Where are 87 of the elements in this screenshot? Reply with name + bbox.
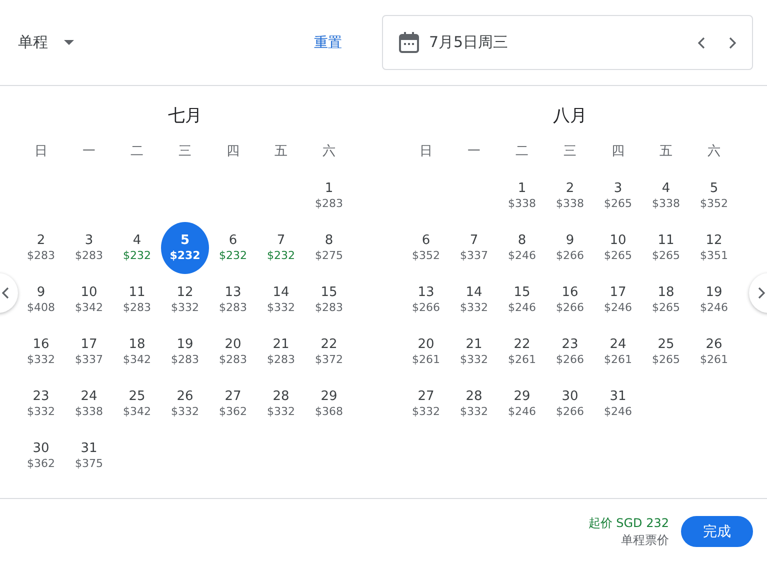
calendar-day[interactable]: 26 $261: [691, 326, 737, 378]
weekday-label: 三: [178, 143, 192, 161]
calendar-day[interactable]: 3 $283: [66, 222, 112, 274]
calendar-day[interactable]: 11 $283: [114, 274, 160, 326]
calendar-day[interactable]: 15 $283: [306, 274, 352, 326]
calendar-day[interactable]: 23 $266: [547, 326, 593, 378]
calendar-day[interactable]: 26 $332: [162, 378, 208, 430]
calendar-day[interactable]: 5 $232: [161, 222, 209, 274]
calendar-day[interactable]: 1 $338: [499, 170, 545, 222]
calendar-day[interactable]: 29 $246: [499, 378, 545, 430]
trip-type-dropdown[interactable]: 单程: [18, 33, 74, 52]
calendar-day[interactable]: 17 $337: [66, 326, 112, 378]
weekday-label: 六: [322, 143, 336, 161]
starting-price: 起价 SGD 232: [588, 514, 669, 532]
calendar-day[interactable]: 9 $408: [18, 274, 64, 326]
calendar-day[interactable]: 2 $283: [18, 222, 64, 274]
calendar-day[interactable]: 12 $351: [691, 222, 737, 274]
calendar-day[interactable]: 22 $261: [499, 326, 545, 378]
calendar-day[interactable]: 8 $246: [499, 222, 545, 274]
calendar-day[interactable]: 30 $266: [547, 378, 593, 430]
calendar-day[interactable]: 22 $372: [306, 326, 352, 378]
calendar-day[interactable]: 14 $332: [451, 274, 497, 326]
date-value: 7月5日周三: [429, 33, 510, 52]
calendar-day[interactable]: 14 $332: [258, 274, 304, 326]
calendar-day[interactable]: 19 $283: [162, 326, 208, 378]
calendar-day[interactable]: 17 $246: [595, 274, 641, 326]
caret-icon: [64, 40, 74, 45]
calendar-day[interactable]: 30 $362: [18, 430, 64, 482]
calendar-day[interactable]: 6 $352: [403, 222, 449, 274]
calendar-day[interactable]: 12 $332: [162, 274, 208, 326]
calendar-day[interactable]: 25 $342: [114, 378, 160, 430]
calendar-day[interactable]: 24 $338: [66, 378, 112, 430]
calendar-day[interactable]: 28 $332: [451, 378, 497, 430]
calendar-day[interactable]: 23 $332: [18, 378, 64, 430]
calendar-day[interactable]: 10 $265: [595, 222, 641, 274]
weekday-label: 五: [658, 143, 674, 161]
weekday-label: 五: [274, 143, 288, 161]
reset-link[interactable]: 重置: [314, 34, 342, 52]
calendar-day[interactable]: 2 $338: [547, 170, 593, 222]
calendar-day[interactable]: 27 $332: [403, 378, 449, 430]
weekday-label: 日: [418, 143, 434, 161]
month-title: 七月: [167, 105, 203, 128]
calendar-day[interactable]: 21 $332: [451, 326, 497, 378]
calendar-day[interactable]: 18 $265: [643, 274, 689, 326]
calendar-day[interactable]: 18 $342: [114, 326, 160, 378]
calendar-day[interactable]: 15 $246: [499, 274, 545, 326]
calendar-icon: [399, 32, 419, 53]
weekday-label: 一: [466, 143, 482, 161]
calendar-day[interactable]: 13 $283: [210, 274, 256, 326]
calendar-day[interactable]: 11 $265: [643, 222, 689, 274]
weekday-label: 日: [34, 143, 48, 161]
calendar-day[interactable]: 4 $338: [643, 170, 689, 222]
calendar-day[interactable]: 6 $232: [210, 222, 256, 274]
date-field[interactable]: 7月5日周三: [382, 15, 753, 70]
weekday-label: 六: [706, 143, 722, 161]
weekday-label: 二: [130, 143, 144, 161]
calendar-day[interactable]: 27 $362: [210, 378, 256, 430]
calendar-day[interactable]: 31 $246: [595, 378, 641, 430]
fare-note: 单程票价: [621, 532, 669, 548]
calendar-day[interactable]: 20 $261: [403, 326, 449, 378]
calendar-day[interactable]: 20 $283: [210, 326, 256, 378]
calendar-day[interactable]: 21 $283: [258, 326, 304, 378]
calendar-day[interactable]: 3 $265: [595, 170, 641, 222]
month-title: 八月: [552, 105, 588, 128]
calendar-day[interactable]: 16 $266: [547, 274, 593, 326]
calendar-day[interactable]: 24 $261: [595, 326, 641, 378]
calendar-day[interactable]: 7 $232: [258, 222, 304, 274]
calendar-day[interactable]: 8 $275: [306, 222, 352, 274]
calendar-day[interactable]: 13 $266: [403, 274, 449, 326]
calendar-day[interactable]: 28 $332: [258, 378, 304, 430]
calendar-day[interactable]: 29 $368: [306, 378, 352, 430]
weekday-label: 一: [82, 143, 96, 161]
calendar-day[interactable]: 5 $352: [691, 170, 737, 222]
weekday-label: 四: [610, 143, 626, 161]
calendar-day[interactable]: 9 $266: [547, 222, 593, 274]
calendar-day[interactable]: 25 $265: [643, 326, 689, 378]
weekday-label: 四: [226, 143, 240, 161]
weekday-label: 二: [514, 143, 530, 161]
calendar-day[interactable]: 7 $337: [451, 222, 497, 274]
weekday-label: 三: [562, 143, 578, 161]
calendar-day[interactable]: 1 $283: [306, 170, 352, 222]
calendar-day[interactable]: 4 $232: [114, 222, 160, 274]
done-button[interactable]: 完成: [681, 516, 753, 547]
calendar-day[interactable]: 10 $342: [66, 274, 112, 326]
calendar-day[interactable]: 31 $375: [66, 430, 112, 482]
calendar-day[interactable]: 19 $246: [691, 274, 737, 326]
calendar-day[interactable]: 16 $332: [18, 326, 64, 378]
